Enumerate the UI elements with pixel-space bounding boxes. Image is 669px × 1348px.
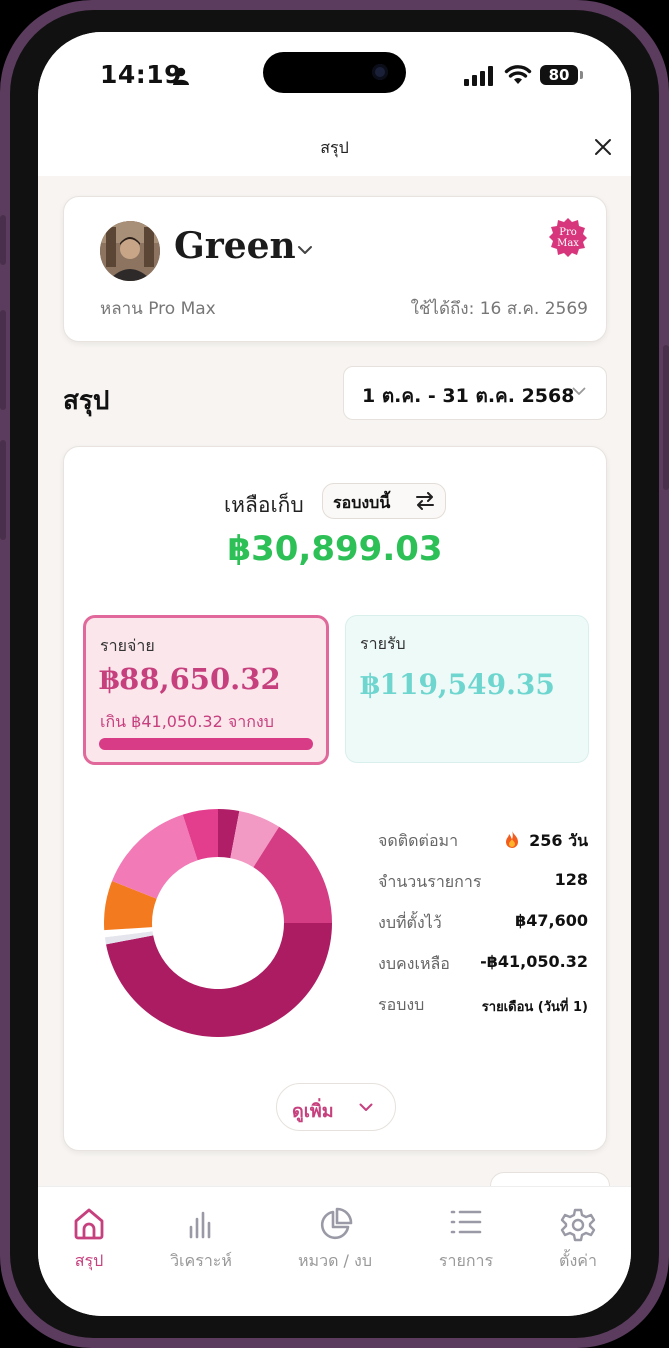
pro-max-badge-icon: Pro Max (549, 218, 587, 257)
tab-label: สรุป (74, 1251, 104, 1270)
profile-card[interactable]: Green Pro Max หลาน Pro Max ใช้ได้ถึง: 16… (63, 196, 607, 342)
stat-value-text: 256 วัน (529, 831, 588, 850)
battery-indicator: 80 (540, 65, 578, 85)
home-icon (74, 1208, 104, 1240)
date-range-text: 1 ต.ค. - 31 ต.ค. 2568 (362, 385, 575, 407)
see-more-button[interactable]: ดูเพิ่ม (276, 1083, 396, 1131)
tab-settings[interactable]: ตั้งค่า (519, 1187, 631, 1277)
stat-value: รายเดือน (วันที่ 1) (481, 1000, 588, 1015)
cycle-toggle-button[interactable]: รอบงบนี้ (322, 483, 446, 519)
badge-text-bottom: Max (557, 238, 579, 249)
tab-label: วิเคราะห์ (170, 1251, 232, 1270)
expense-amount: ฿88,650.32 (99, 662, 281, 696)
status-bar: 14:19 80 (38, 32, 631, 118)
phone-frame: 14:19 80 สรุป Green Pro Max หลาน Pro Max… (0, 0, 669, 1348)
volume-up-button (0, 310, 6, 410)
action-button (0, 215, 6, 265)
cellular-signal-icon (464, 66, 493, 86)
stat-value: ฿47,600 (515, 911, 588, 930)
gear-icon (560, 1208, 596, 1242)
see-more-label: ดูเพิ่ม (292, 1101, 334, 1122)
camera-icon (372, 64, 388, 80)
chevron-down-icon[interactable] (297, 245, 313, 255)
stat-row-budget-remaining: งบคงเหลือ -฿41,050.32 (378, 952, 588, 976)
income-label: รายรับ (360, 634, 406, 653)
status-time: 14:19 (100, 60, 183, 89)
avatar-photo (100, 221, 160, 281)
page-header: สรุป (38, 118, 631, 176)
valid-until: ใช้ได้ถึง: 16 ส.ค. 2569 (410, 299, 588, 319)
user-name[interactable]: Green (174, 225, 296, 267)
stat-row-budget: งบที่ตั้งไว้ ฿47,600 (378, 911, 588, 935)
tab-label: รายการ (438, 1251, 494, 1270)
stat-value: -฿41,050.32 (480, 952, 588, 971)
section-title: สรุป (63, 386, 110, 416)
remaining-amount: ฿30,899.03 (227, 529, 443, 569)
stat-row-streak: จดติดต่อมา 256 วัน (378, 829, 588, 853)
fire-icon (506, 830, 519, 848)
stat-value-streak: 256 วัน (503, 829, 588, 854)
income-amount: ฿119,549.35 (360, 668, 555, 701)
pie-chart-icon (320, 1207, 353, 1240)
tab-analytics[interactable]: วิเคราะห์ (142, 1187, 260, 1277)
badge-text-top: Pro (559, 227, 577, 238)
content-area: Green Pro Max หลาน Pro Max ใช้ได้ถึง: 16… (38, 176, 631, 1204)
bottom-tab-bar: สรุป วิเคราะห์ หมวด / งบ รายการ ตั้งค่า (38, 1186, 631, 1316)
plan-name: หลาน Pro Max (100, 299, 216, 319)
tab-label: ตั้งค่า (559, 1251, 597, 1270)
cycle-toggle-label: รอบงบนี้ (333, 493, 391, 512)
stat-label: จำนวนรายการ (378, 872, 482, 891)
stat-label: งบที่ตั้งไว้ (378, 913, 442, 932)
remaining-label: เหลือเก็บ (224, 493, 304, 517)
stat-label: รอบงบ (378, 995, 425, 1014)
expense-box[interactable]: รายจ่าย ฿88,650.32 เกิน ฿41,050.32 จากงบ (83, 615, 329, 765)
expense-progress-bar (99, 738, 313, 750)
income-box[interactable]: รายรับ ฿119,549.35 (345, 615, 589, 763)
volume-down-button (0, 440, 6, 540)
dynamic-island (263, 52, 406, 93)
swap-icon (416, 492, 434, 510)
screen: 14:19 80 สรุป Green Pro Max หลาน Pro Max… (38, 32, 631, 1316)
over-budget-text: เกิน ฿41,050.32 จากงบ (100, 712, 274, 731)
tab-categories-budget[interactable]: หมวด / งบ (276, 1187, 394, 1277)
stat-row-cycle: รอบงบ รายเดือน (วันที่ 1) (378, 993, 588, 1017)
bar-chart-icon (189, 1211, 211, 1239)
stat-label: จดติดต่อมา (378, 831, 459, 850)
category-donut-chart[interactable] (104, 809, 332, 1037)
wifi-icon (504, 65, 532, 84)
tab-transactions[interactable]: รายการ (407, 1187, 525, 1277)
avatar[interactable] (100, 221, 160, 281)
stat-value: 128 (554, 870, 588, 889)
expense-label: รายจ่าย (100, 636, 155, 655)
page-title: สรุป (320, 138, 349, 157)
tab-label: หมวด / งบ (298, 1251, 372, 1270)
tab-summary[interactable]: สรุป (38, 1187, 148, 1277)
stat-label: งบคงเหลือ (378, 954, 450, 973)
person-icon (173, 67, 189, 85)
power-button (663, 345, 669, 490)
summary-card: เหลือเก็บ รอบงบนี้ ฿30,899.03 รายจ่าย ฿8… (63, 446, 607, 1151)
battery-tip (580, 71, 583, 79)
list-icon (450, 1210, 482, 1234)
donut-slice-7[interactable] (112, 814, 198, 899)
date-range-picker[interactable]: 1 ต.ค. - 31 ต.ค. 2568 (343, 366, 607, 420)
donut-slice-3[interactable] (106, 923, 332, 1037)
close-icon[interactable] (592, 136, 614, 158)
stat-row-transactions: จำนวนรายการ 128 (378, 870, 588, 894)
chevron-down-icon (359, 1103, 373, 1111)
chevron-down-icon (572, 387, 586, 395)
